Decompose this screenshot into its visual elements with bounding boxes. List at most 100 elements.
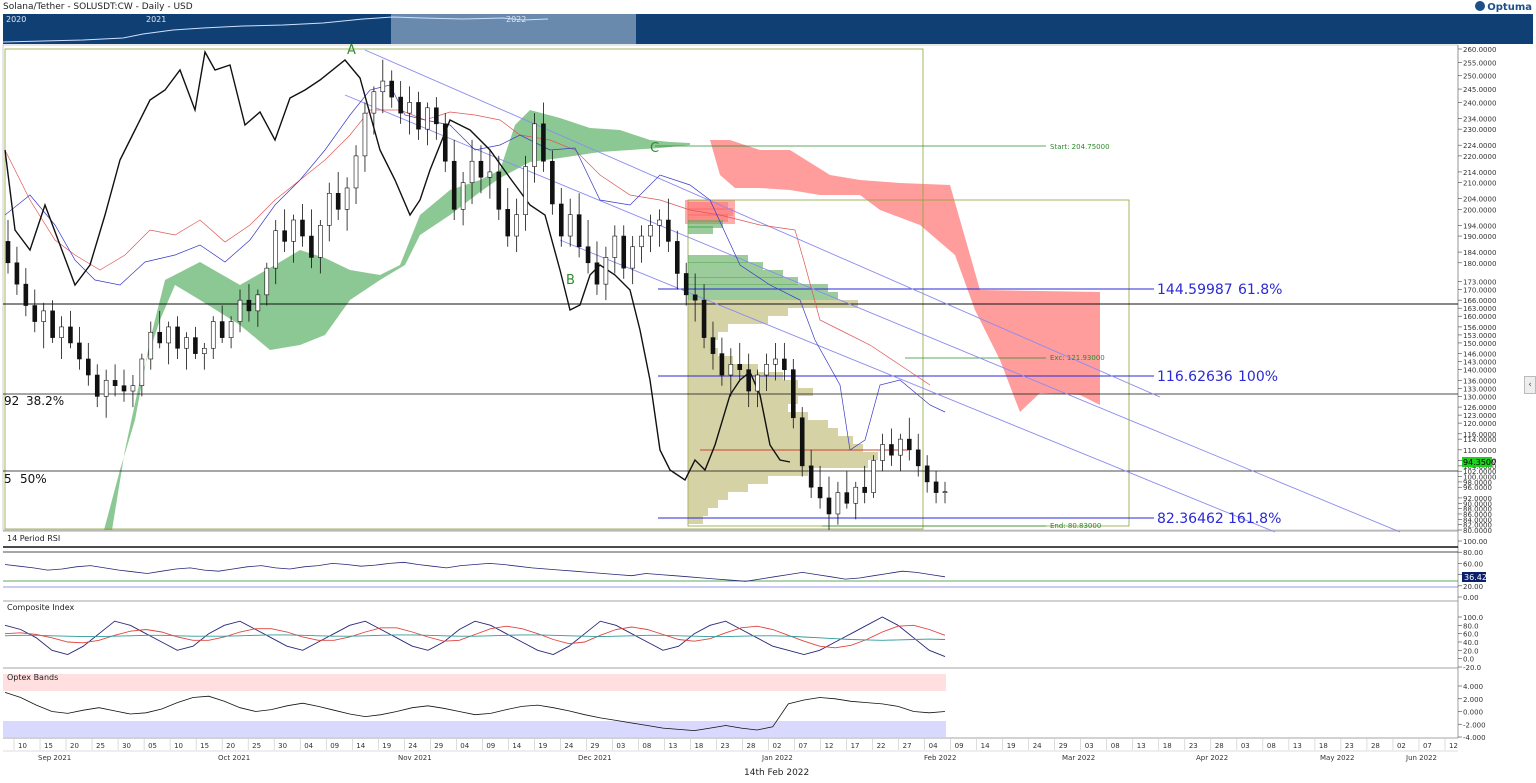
candle-bearish [5, 241, 11, 264]
candle-bearish [398, 96, 403, 114]
month-label: Nov 2021 [398, 754, 432, 762]
date-tick-label: 30 [278, 742, 287, 750]
composite-axis: 100.080.060.040.020.00.0-20.0 [1458, 614, 1483, 672]
pivot-label-a: A [347, 43, 356, 58]
volume-profile-bar [688, 420, 828, 428]
volume-profile-bar [688, 436, 853, 444]
candle-bearish [94, 374, 100, 397]
axis-tick-label: 100.00 [1463, 538, 1488, 546]
candle-bullish [755, 374, 760, 392]
candle-bearish [219, 321, 225, 338]
candle-bullish [835, 492, 841, 515]
rsi-line [4, 561, 946, 582]
candle-bullish [237, 299, 243, 322]
price-tick-label: 190.0000 [1463, 233, 1496, 241]
composite-panel-title: Composite Index [7, 603, 75, 612]
candle-bullish [202, 347, 207, 354]
volume-profile-bar [688, 255, 748, 263]
date-tick-label: 04 [460, 742, 469, 750]
date-tick-label: 30 [122, 742, 131, 750]
month-label: Oct 2021 [218, 754, 250, 762]
fib-ratio-61-8: 61.8% [1238, 282, 1282, 298]
price-tick-label: 173.0000 [1463, 278, 1496, 286]
date-tick-label: 18 [1319, 742, 1328, 750]
candle-bearish [746, 369, 751, 392]
date-tick-label: 13 [1293, 742, 1302, 750]
candle-bullish [59, 326, 64, 338]
volume-profile-bar [688, 324, 728, 332]
fib-ratio-100: 100% [1238, 369, 1278, 385]
date-tick-label: 15 [44, 742, 53, 750]
date-tick-label: 05 [148, 742, 157, 750]
fib-ratio-161-8: 161.8% [1228, 511, 1281, 527]
candle-bearish [300, 219, 305, 237]
price-tick-label: 130.0000 [1463, 393, 1496, 401]
price-tick-label: 180.0000 [1463, 260, 1496, 268]
date-tick-label: 09 [486, 742, 495, 750]
chevron-left-icon[interactable]: ‹ [1524, 376, 1536, 394]
chikou-span-line [4, 49, 791, 482]
axis-tick-label: 0.000 [1463, 709, 1483, 717]
volume-profile-bar [688, 340, 713, 348]
axis-tick-label: -20.0 [1463, 664, 1481, 672]
date-tick-label: 23 [720, 742, 729, 750]
candle-bullish [648, 225, 653, 237]
date-tick-label: 18 [694, 742, 703, 750]
volume-profile-bar [688, 404, 788, 412]
price-tick-label: 166.0000 [1463, 297, 1496, 305]
axis-tick-label: 40.0 [1463, 639, 1479, 647]
candle-bearish [416, 102, 421, 130]
date-tick-label: 17 [851, 742, 860, 750]
price-tick-label: 184.0000 [1463, 249, 1496, 257]
annotation-start: Start: 204.75000 [1050, 143, 1110, 151]
candle-bullish [228, 321, 234, 338]
partial-level-price-38: 92 [4, 394, 19, 408]
candle-bearish [77, 342, 82, 360]
date-tick-label: 19 [382, 742, 391, 750]
price-tick-label: 163.0000 [1463, 305, 1496, 313]
candle-bullish [344, 187, 350, 210]
volume-profile-bar [688, 277, 798, 285]
month-label: Jun 2022 [1405, 754, 1437, 762]
candle-bearish [32, 305, 38, 322]
candle-bearish [157, 331, 163, 344]
pivot-label-b: B [566, 273, 575, 288]
date-tick-label: 28 [1215, 742, 1224, 750]
candle-bullish [880, 444, 885, 461]
candle-bearish [782, 358, 787, 370]
axis-tick-label: 60.00 [1463, 560, 1483, 568]
month-label: Feb 2022 [924, 754, 956, 762]
candle-bullish [407, 102, 412, 114]
candle-bearish [389, 80, 395, 98]
price-tick-label: 110.0000 [1463, 447, 1496, 455]
candle-bearish [550, 160, 555, 205]
candle-bullish [657, 219, 662, 226]
fib-price-100: 116.62636 [1157, 369, 1233, 385]
optex-panel-title: Optex Bands [7, 673, 58, 682]
axis-tick-label: 60.0 [1463, 631, 1479, 639]
date-tick-label: 02 [773, 742, 782, 750]
date-tick-label: 22 [877, 742, 886, 750]
candle-bullish [898, 438, 903, 456]
date-tick-label: 08 [1111, 742, 1120, 750]
candle-bearish [737, 364, 743, 370]
date-tick-label: 29 [590, 742, 599, 750]
price-tick-label: 136.0000 [1463, 377, 1496, 385]
candle-bearish [50, 310, 55, 338]
price-tick-label: 250.0000 [1463, 73, 1496, 81]
last-price-label: 94.3500 [1463, 458, 1496, 467]
axis-tick-label: -2.000 [1463, 721, 1486, 729]
candle-bearish [585, 246, 591, 264]
price-tick-label: 123.0000 [1463, 412, 1496, 420]
chart-canvas[interactable]: 260.0000255.0000250.0000245.0000240.0000… [0, 0, 1536, 783]
candle-bearish [309, 235, 314, 258]
partial-level-ratio-50: 50% [20, 472, 47, 486]
date-tick-label: 13 [668, 742, 677, 750]
candle-bearish [335, 193, 341, 210]
candle-bullish [612, 235, 618, 258]
price-tick-label: 114.0000 [1463, 436, 1496, 444]
candle-bullish [514, 214, 519, 237]
date-tick-label: 04 [929, 742, 938, 750]
candle-bearish [719, 353, 725, 376]
price-tick-label: 153.0000 [1463, 332, 1496, 340]
